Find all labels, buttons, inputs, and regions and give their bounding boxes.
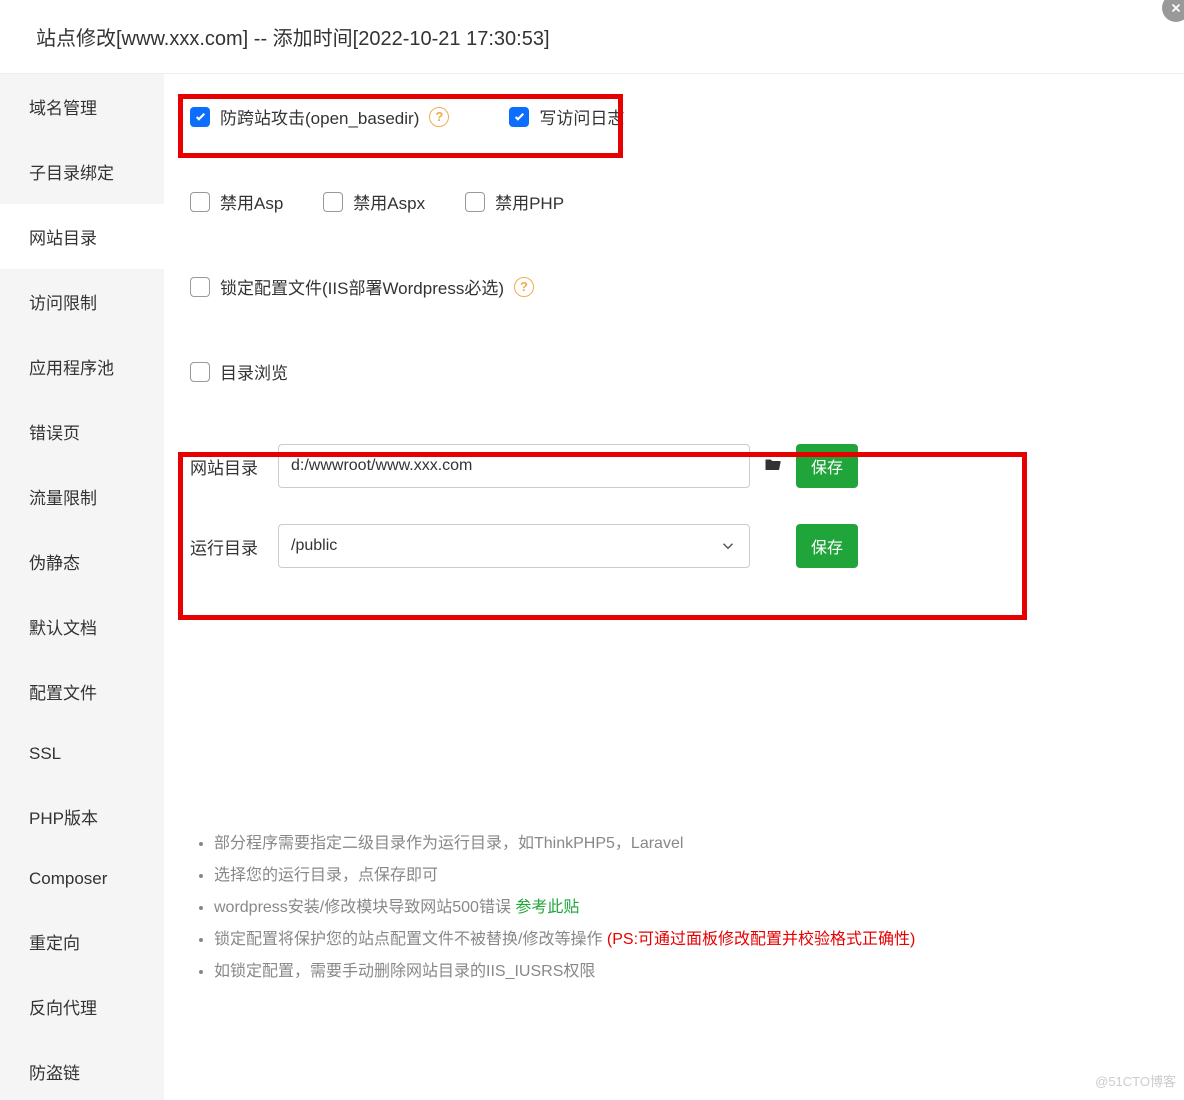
sidebar-item[interactable]: Composer (0, 849, 164, 909)
note-link[interactable]: 参考此贴 (515, 899, 579, 916)
sidebar-item[interactable]: 错误页 (0, 399, 164, 464)
site-dir-label: 网站目录 (190, 454, 266, 479)
write-log-label: 写访问日志 (539, 104, 624, 129)
checkbox-icon (190, 362, 210, 382)
lock-config-label: 锁定配置文件(IIS部署Wordpress必选) (220, 274, 504, 299)
checkbox-icon (190, 192, 210, 212)
note-item: wordpress安装/修改模块导致网站500错误 参考此贴 (214, 892, 1164, 924)
run-dir-label: 运行目录 (190, 534, 266, 559)
sidebar-item[interactable]: 防盗链 (0, 1039, 164, 1100)
sidebar-item[interactable]: 访问限制 (0, 269, 164, 334)
sidebar-item[interactable]: 默认文档 (0, 594, 164, 659)
run-dir-select[interactable]: /public (278, 524, 750, 568)
sidebar-item[interactable]: 子目录绑定 (0, 139, 164, 204)
sidebar-item[interactable]: 反向代理 (0, 974, 164, 1039)
note-item: 锁定配置将保护您的站点配置文件不被替换/修改等操作 (PS:可通过面板修改配置并… (214, 924, 1164, 956)
sidebar-item[interactable]: 重定向 (0, 909, 164, 974)
cross-site-checkbox[interactable]: 防跨站攻击(open_basedir) ? (190, 104, 449, 129)
dialog-header: 站点修改[www.xxx.com] -- 添加时间[2022-10-21 17:… (0, 0, 1184, 74)
note-item: 部分程序需要指定二级目录作为运行目录，如ThinkPHP5，Laravel (214, 828, 1164, 860)
site-dir-save-button[interactable]: 保存 (796, 444, 858, 488)
notes-section: 部分程序需要指定二级目录作为运行目录，如ThinkPHP5，Laravel选择您… (184, 828, 1164, 988)
lock-config-checkbox[interactable]: 锁定配置文件(IIS部署Wordpress必选) ? (190, 274, 1164, 299)
run-dir-value: /public (291, 537, 337, 555)
dir-browse-checkbox[interactable]: 目录浏览 (190, 359, 1164, 384)
checkbox-icon (190, 277, 210, 297)
watermark: @51CTO博客 (1095, 1071, 1176, 1090)
note-warning: (PS:可通过面板修改配置并校验格式正确性) (607, 931, 915, 948)
checkbox-icon (190, 107, 210, 127)
note-item: 选择您的运行目录，点保存即可 (214, 860, 1164, 892)
checkbox-icon (323, 192, 343, 212)
write-log-checkbox[interactable]: 写访问日志 (509, 104, 624, 129)
disable-php-label: 禁用PHP (495, 189, 564, 214)
note-item: 如锁定配置，需要手动删除网站目录的IIS_IUSRS权限 (214, 956, 1164, 988)
sidebar: 域名管理子目录绑定网站目录访问限制应用程序池错误页流量限制伪静态默认文档配置文件… (0, 74, 164, 1100)
sidebar-item[interactable]: 配置文件 (0, 659, 164, 724)
checkbox-icon (509, 107, 529, 127)
sidebar-item[interactable]: PHP版本 (0, 784, 164, 849)
disable-aspx-checkbox[interactable]: 禁用Aspx (323, 189, 425, 214)
sidebar-item[interactable]: 流量限制 (0, 464, 164, 529)
sidebar-item[interactable]: 伪静态 (0, 529, 164, 594)
main-panel: 防跨站攻击(open_basedir) ? 写访问日志 禁用Asp (164, 74, 1184, 1100)
run-dir-save-button[interactable]: 保存 (796, 524, 858, 568)
help-icon[interactable]: ? (429, 107, 449, 127)
disable-asp-checkbox[interactable]: 禁用Asp (190, 189, 283, 214)
disable-php-checkbox[interactable]: 禁用PHP (465, 189, 564, 214)
sidebar-item[interactable]: 应用程序池 (0, 334, 164, 399)
cross-site-label: 防跨站攻击(open_basedir) (220, 104, 419, 129)
checkbox-icon (465, 192, 485, 212)
site-dir-input[interactable] (278, 444, 750, 488)
help-icon[interactable]: ? (514, 277, 534, 297)
dialog-title: 站点修改[www.xxx.com] -- 添加时间[2022-10-21 17:… (36, 28, 550, 50)
dir-browse-label: 目录浏览 (220, 359, 288, 384)
disable-aspx-label: 禁用Aspx (353, 189, 425, 214)
sidebar-item[interactable]: SSL (0, 724, 164, 784)
sidebar-item[interactable]: 域名管理 (0, 74, 164, 139)
folder-icon[interactable] (762, 455, 784, 478)
chevron-down-icon (719, 537, 737, 555)
disable-asp-label: 禁用Asp (220, 189, 283, 214)
sidebar-item[interactable]: 网站目录 (0, 204, 164, 269)
